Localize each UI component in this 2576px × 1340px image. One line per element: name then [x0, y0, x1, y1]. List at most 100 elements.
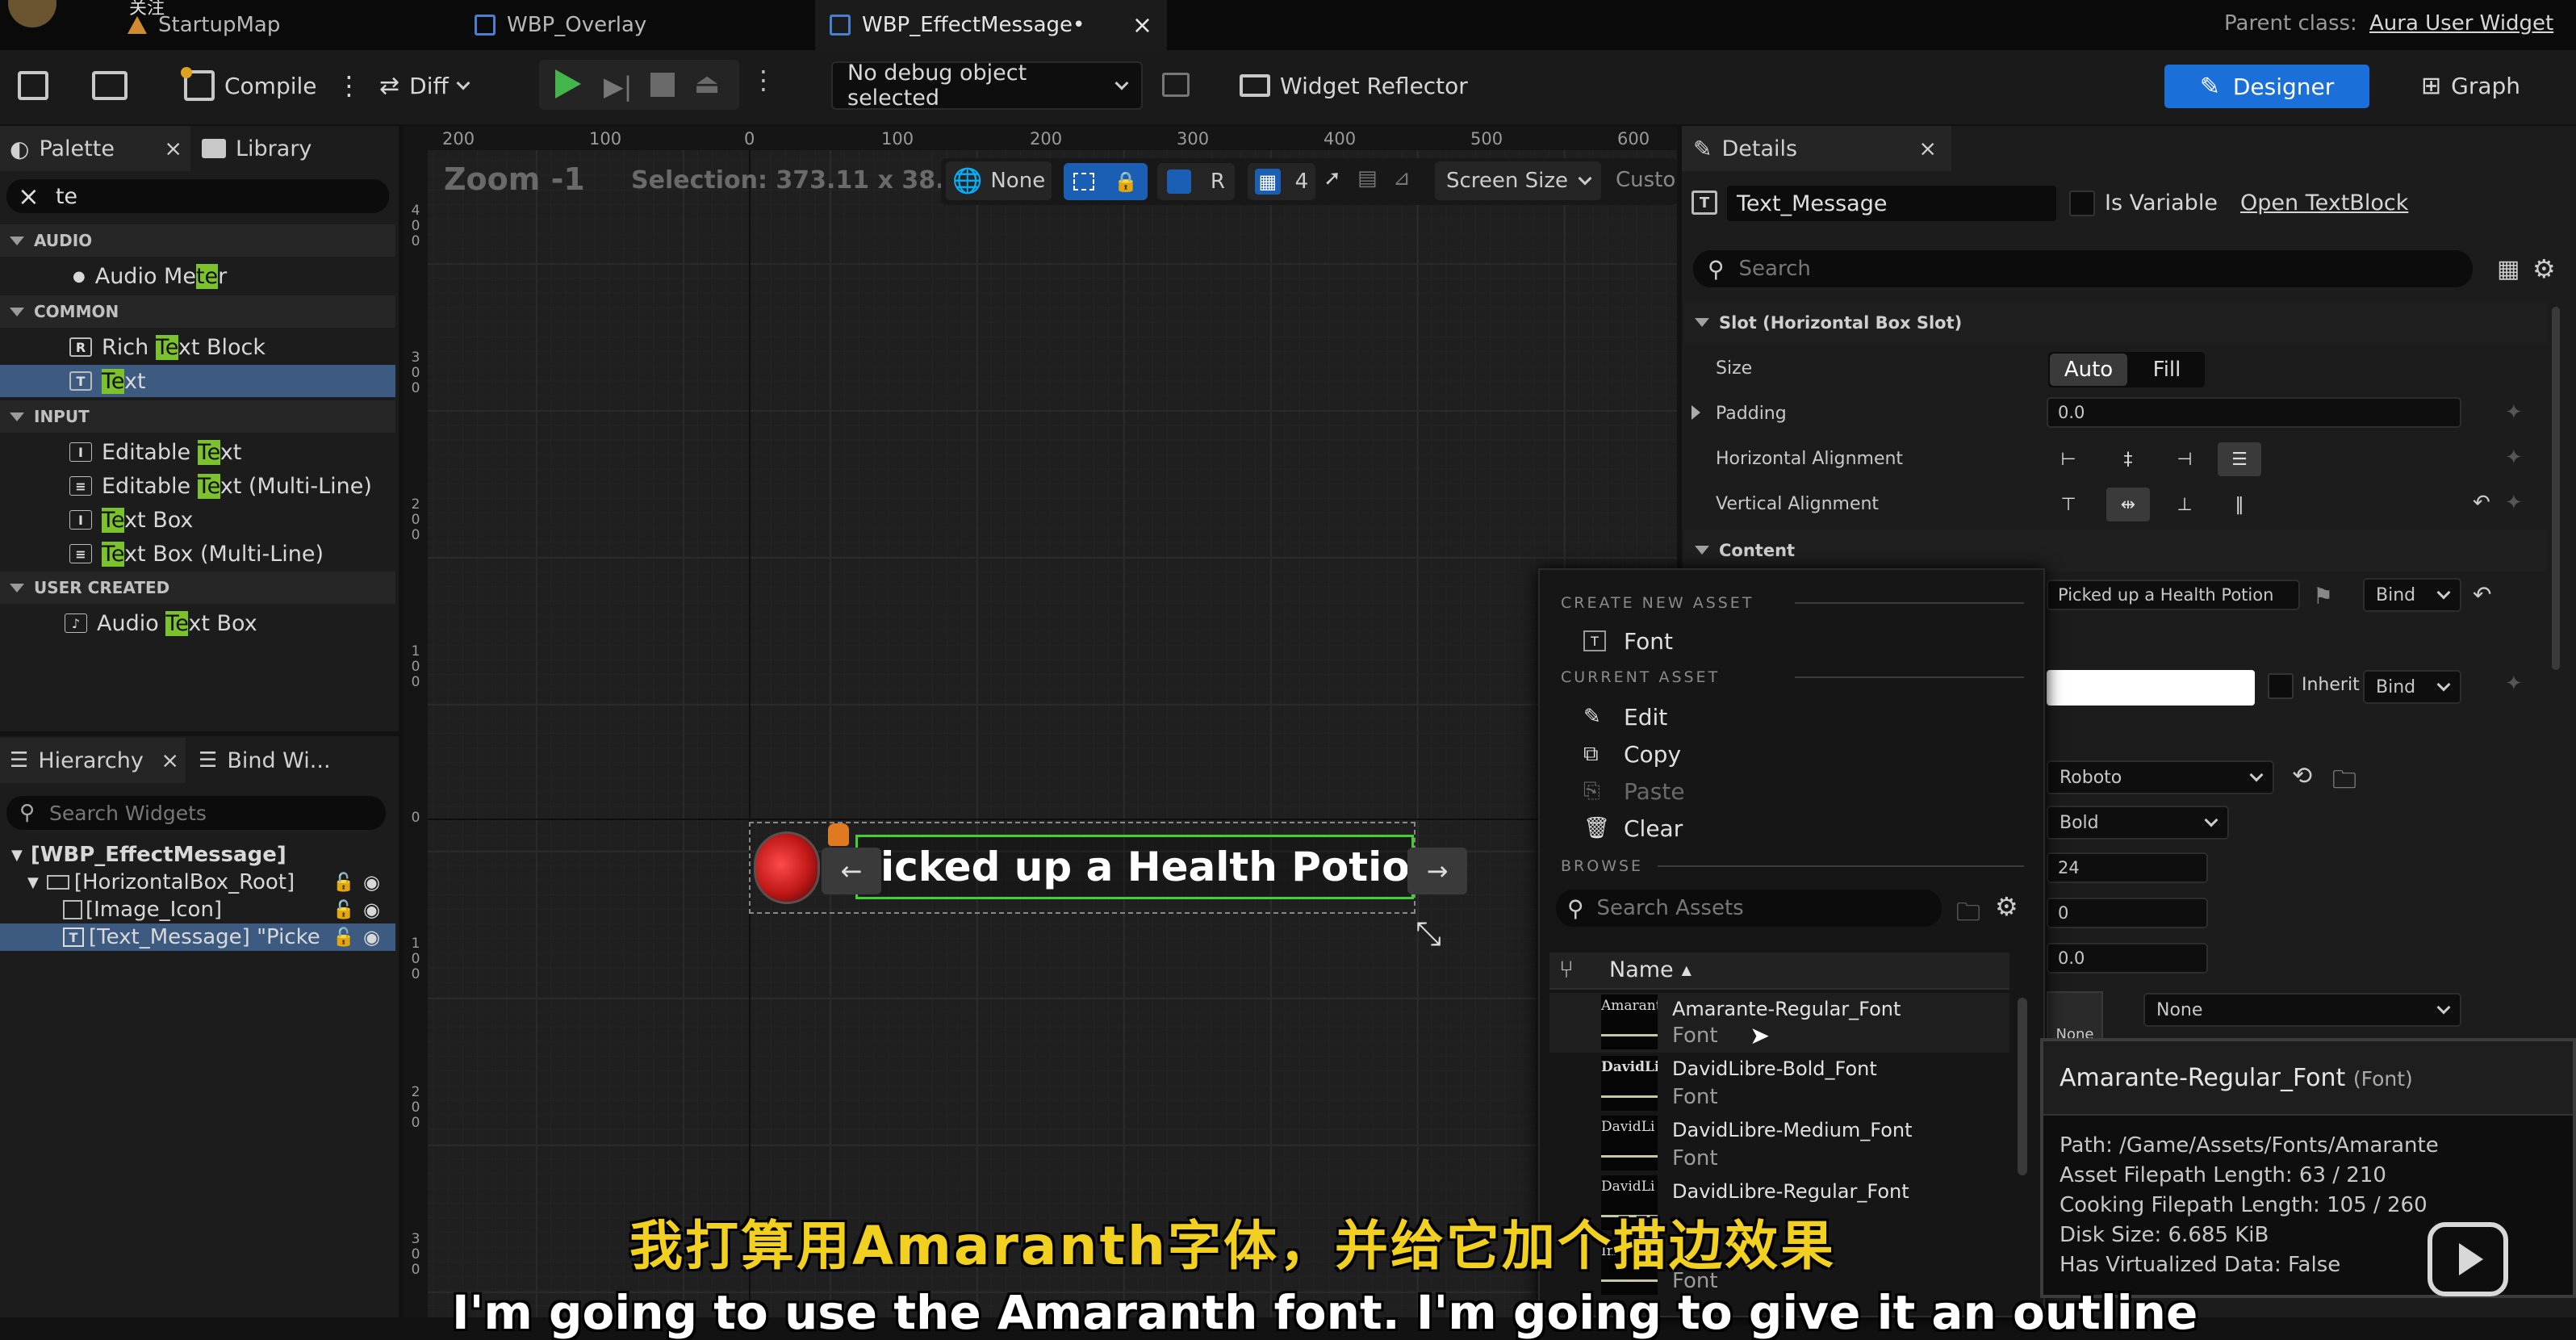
- close-icon[interactable]: ×: [164, 136, 182, 161]
- pin-icon[interactable]: ✦: [2505, 491, 2523, 515]
- palette-item-text-box-multiline[interactable]: ≡ Text Box (Multi-Line): [69, 538, 324, 570]
- graph-button[interactable]: ⊞ Graph: [2421, 63, 2520, 108]
- menu-item-paste[interactable]: ⎘ Paste: [1583, 775, 1685, 807]
- text-content-input[interactable]: Picked up a Health Potion: [2047, 580, 2300, 610]
- skew-input[interactable]: 0.0: [2047, 943, 2208, 974]
- designer-button[interactable]: ✎ Designer: [2164, 65, 2369, 108]
- close-icon[interactable]: ×: [161, 748, 179, 773]
- palette-item-audio-meter[interactable]: ● Audio Meter: [73, 260, 227, 292]
- expand-icon[interactable]: [1692, 405, 1700, 420]
- asset-list-scrollbar[interactable]: [2018, 998, 2027, 1175]
- palette-item-editable-text[interactable]: I Editable Text: [69, 436, 241, 468]
- eye-icon[interactable]: ◉: [363, 926, 380, 948]
- debug-filter-icon[interactable]: [1162, 73, 1190, 97]
- align-fill-h-icon[interactable]: ☰: [2218, 442, 2261, 476]
- lock-icon[interactable]: 🔓: [332, 873, 354, 893]
- menu-item-copy[interactable]: ⧉ Copy: [1583, 738, 1681, 770]
- tab-details[interactable]: ✎ Details ×: [1682, 126, 1951, 171]
- collapse-icon[interactable]: ▼: [27, 874, 39, 891]
- section-audio[interactable]: AUDIO: [0, 224, 395, 257]
- align-center-h-icon[interactable]: ‡: [2106, 442, 2150, 476]
- palette-item-editable-text-multiline[interactable]: ≡ Editable Text (Multi-Line): [69, 470, 372, 502]
- slot-left-button[interactable]: ←: [822, 848, 881, 894]
- section-content[interactable]: Content: [1683, 530, 2547, 572]
- designer-viewport[interactable]: [404, 126, 1677, 1317]
- tab-startupmap[interactable]: StartupMap: [113, 0, 460, 50]
- font-material-dropdown[interactable]: None: [2143, 993, 2461, 1027]
- align-top-icon[interactable]: ⊤: [2047, 488, 2090, 521]
- region-toggle[interactable]: R: [1157, 163, 1235, 200]
- cursor-icon[interactable]: ➚: [1324, 166, 1341, 191]
- lock-icon[interactable]: 🔓: [332, 928, 354, 948]
- bind-dropdown[interactable]: Bind: [2363, 670, 2461, 704]
- palette-item-text[interactable]: T Text: [69, 365, 146, 397]
- align-fill-v-icon[interactable]: ‖: [2218, 488, 2261, 521]
- palette-item-text-box[interactable]: I Text Box: [69, 504, 193, 536]
- typeface-dropdown[interactable]: Bold: [2047, 806, 2229, 840]
- compile-button[interactable]: Compile ⋮: [181, 63, 362, 108]
- asset-search-input[interactable]: ⚲ Search Assets: [1556, 890, 1942, 927]
- custom-size-label[interactable]: Custo: [1616, 168, 1675, 192]
- section-user-created[interactable]: USER CREATED: [0, 572, 395, 604]
- debug-object-dropdown[interactable]: No debug object selected: [831, 61, 1143, 111]
- lock-icon[interactable]: 🔓: [332, 900, 354, 920]
- align-center-v-icon[interactable]: ⇹: [2106, 488, 2150, 521]
- pin-icon[interactable]: ✦: [2505, 446, 2523, 470]
- details-scrollbar[interactable]: [2552, 307, 2560, 670]
- tree-row-root[interactable]: ▼ [WBP_EffectMessage]: [0, 841, 395, 869]
- browse-icon[interactable]: [92, 71, 128, 100]
- diff-button[interactable]: ⇄ Diff: [379, 63, 470, 108]
- image-mode-icon[interactable]: ▤: [1357, 166, 1378, 191]
- widget-reflector-button[interactable]: Widget Reflector: [1240, 63, 1468, 108]
- localization-button[interactable]: 🌐 None: [946, 161, 1052, 200]
- tree-row-text-message[interactable]: T [Text_Message] "Picke 🔓 ◉: [0, 923, 395, 951]
- eye-icon[interactable]: ◉: [363, 871, 380, 894]
- eye-icon[interactable]: ◉: [363, 898, 380, 921]
- more-icon[interactable]: ⋮: [751, 65, 776, 95]
- tab-bind-widgets[interactable]: ☰ Bind Wi...: [199, 738, 331, 783]
- widget-name-input[interactable]: Text_Message: [1727, 186, 2056, 221]
- open-textblock-link[interactable]: Open TextBlock: [2240, 191, 2408, 216]
- details-search-input[interactable]: ⚲ Search: [1693, 250, 2473, 287]
- tab-wbp-overlay[interactable]: WBP_Overlay: [460, 0, 815, 50]
- align-left-icon[interactable]: ⊢: [2047, 442, 2090, 476]
- size-fill-button[interactable]: Fill: [2131, 354, 2203, 386]
- close-icon[interactable]: ×: [1132, 11, 1152, 40]
- tree-row-horizontalbox[interactable]: ▼ [HorizontalBox_Root] 🔓 ◉: [0, 869, 395, 896]
- filter-icon[interactable]: ⑂: [1559, 956, 1574, 984]
- name-column-header[interactable]: Name ▲: [1609, 957, 1692, 982]
- save-icon[interactable]: [18, 71, 48, 100]
- menu-item-new-font[interactable]: T Font: [1583, 625, 1673, 657]
- letter-spacing-input[interactable]: 0: [2047, 898, 2208, 928]
- slot-right-button[interactable]: →: [1407, 848, 1467, 894]
- tab-library[interactable]: Library: [202, 126, 312, 171]
- menu-item-clear[interactable]: 🗑 Clear: [1583, 812, 1683, 844]
- section-common[interactable]: COMMON: [0, 295, 395, 328]
- play-icon[interactable]: [555, 69, 581, 98]
- pin-icon[interactable]: ✦: [2505, 400, 2523, 425]
- screen-size-dropdown[interactable]: Screen Size: [1435, 161, 1601, 200]
- text-message-widget[interactable]: icked up a Health Potion: [855, 835, 1414, 899]
- palette-item-rich-text-block[interactable]: R Rich Text Block: [69, 331, 266, 363]
- tab-wbp-effectmessage[interactable]: WBP_EffectMessage• ×: [815, 0, 1167, 50]
- size-auto-button[interactable]: Auto: [2050, 354, 2127, 386]
- stop-icon[interactable]: [650, 73, 675, 97]
- parent-class-link[interactable]: Aura User Widget: [2369, 11, 2553, 36]
- align-right-icon[interactable]: ⊣: [2163, 442, 2206, 476]
- font-family-dropdown[interactable]: Roboto: [2047, 760, 2274, 794]
- palette-search-input[interactable]: × te: [6, 179, 389, 213]
- font-size-input[interactable]: 24: [2047, 852, 2208, 883]
- bind-dropdown[interactable]: Bind: [2363, 578, 2461, 612]
- tab-palette[interactable]: ◐ Palette ×: [0, 126, 190, 171]
- inherit-checkbox[interactable]: [2268, 673, 2294, 699]
- close-icon[interactable]: ×: [1918, 136, 1937, 161]
- gear-icon[interactable]: ⚙: [2532, 253, 2556, 284]
- section-input[interactable]: INPUT: [0, 400, 395, 433]
- browse-folder-icon[interactable]: 🗀: [2332, 762, 2356, 803]
- tree-row-image-icon[interactable]: [Image_Icon] 🔓 ◉: [0, 896, 395, 923]
- respect-locks-toggle[interactable]: 🔒: [1064, 163, 1148, 200]
- palette-item-audio-text-box[interactable]: ♪ Audio Text Box: [65, 607, 257, 639]
- folder-icon[interactable]: 🗀: [1956, 894, 1980, 936]
- resize-handle-icon[interactable]: ⤡: [1416, 915, 1441, 953]
- color-swatch[interactable]: [2047, 670, 2255, 706]
